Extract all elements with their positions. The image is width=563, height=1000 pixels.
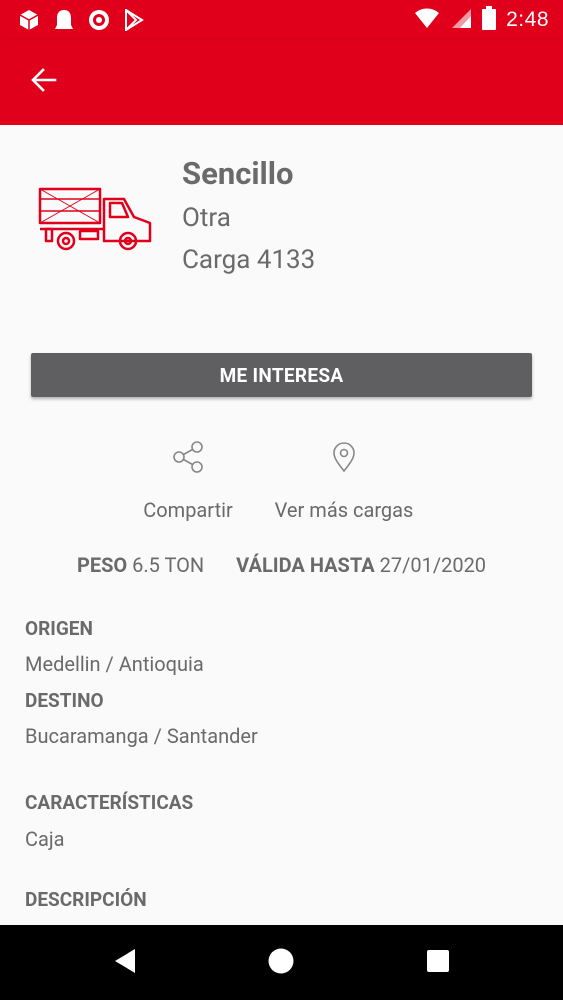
share-label: Compartir bbox=[143, 498, 233, 522]
valid-until-value: 27/01/2020 bbox=[379, 553, 487, 577]
more-loads-label: Ver más cargas bbox=[274, 498, 414, 522]
battery-icon bbox=[482, 6, 497, 34]
origin-value: Medellin / Antioquia bbox=[25, 652, 204, 676]
share-button[interactable]: Compartir bbox=[138, 440, 238, 522]
nav-back-button[interactable] bbox=[111, 949, 139, 977]
destination-label: DESTINO bbox=[25, 689, 104, 712]
triangle-back-icon bbox=[113, 948, 137, 978]
play-store-icon bbox=[124, 8, 144, 35]
truck-icon bbox=[36, 185, 154, 257]
meta-row: PESO 6.5 TON VÁLIDA HASTA 27/01/2020 bbox=[0, 553, 563, 577]
status-bar: 2:48 bbox=[0, 0, 563, 40]
square-recents-icon bbox=[426, 949, 450, 977]
valid-until-label: VÁLIDA HASTA bbox=[236, 553, 375, 577]
notification-icons bbox=[18, 8, 144, 35]
interest-button[interactable]: ME INTERESA bbox=[31, 353, 532, 397]
origin-label: ORIGEN bbox=[25, 617, 93, 640]
signal-icon bbox=[450, 7, 472, 33]
navigation-bar bbox=[0, 925, 563, 1000]
circle-home-icon bbox=[268, 948, 294, 978]
back-button[interactable] bbox=[24, 62, 64, 102]
valid-until-info: VÁLIDA HASTA 27/01/2020 bbox=[236, 553, 486, 577]
weight-info: PESO 6.5 TON bbox=[77, 553, 204, 577]
weight-value: 6.5 TON bbox=[132, 553, 205, 577]
load-type: Otra bbox=[182, 203, 231, 233]
ghost-app-icon bbox=[54, 9, 74, 35]
location-pin-icon bbox=[327, 440, 361, 478]
nav-recents-button[interactable] bbox=[424, 949, 452, 977]
wifi-icon bbox=[414, 7, 440, 33]
arrow-left-icon bbox=[31, 67, 57, 97]
share-icon bbox=[171, 440, 205, 478]
more-loads-button[interactable]: Ver más cargas bbox=[266, 440, 422, 522]
features-label: CARACTERÍSTICAS bbox=[25, 791, 194, 814]
load-code: Carga 4133 bbox=[182, 245, 316, 275]
nav-home-button[interactable] bbox=[267, 948, 295, 978]
system-icons: 2:48 bbox=[414, 6, 549, 34]
destination-value: Bucaramanga / Santander bbox=[25, 724, 258, 748]
clock: 2:48 bbox=[506, 8, 549, 31]
weight-label: PESO bbox=[76, 553, 128, 577]
description-label: DESCRIPCIÓN bbox=[25, 888, 147, 911]
box-app-icon bbox=[18, 9, 40, 35]
features-value: Caja bbox=[25, 827, 65, 851]
load-title: Sencillo bbox=[182, 155, 294, 192]
app-bar bbox=[0, 40, 563, 125]
load-detail: Sencillo Otra Carga 4133 ME INTERESA Com… bbox=[0, 125, 563, 925]
record-app-icon bbox=[88, 9, 110, 35]
